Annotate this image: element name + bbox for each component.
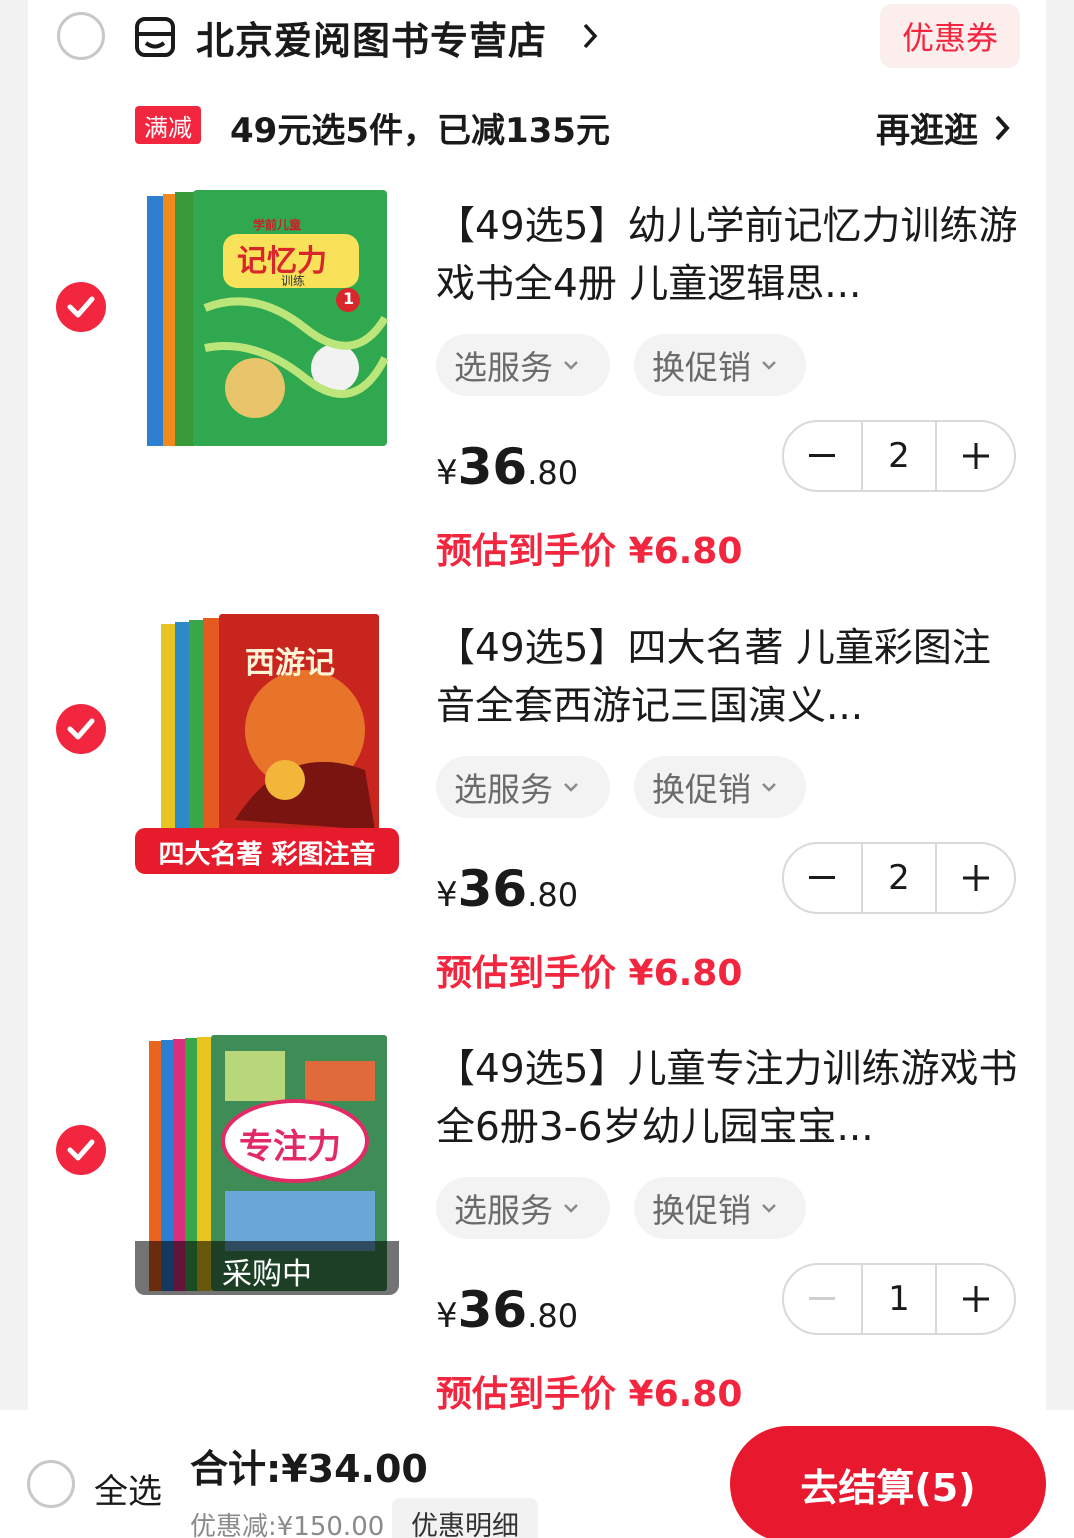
cart-item: 西游记 四大名著 彩图注音 【49选5】四大名著 儿童彩图注音全套西游记三国演义…	[0, 610, 1074, 1030]
select-service-button[interactable]: 选服务	[436, 756, 610, 818]
item-title[interactable]: 【49选5】儿童专注力训练游戏书全6册3-6岁幼儿园宝宝...	[436, 1041, 1026, 1157]
quantity-value[interactable]: 1	[860, 1265, 938, 1333]
minus-icon	[809, 454, 836, 457]
plus-icon	[962, 1286, 989, 1312]
decrease-button[interactable]	[784, 422, 861, 490]
store-select-radio[interactable]	[57, 12, 105, 60]
price-currency: ¥	[436, 875, 458, 915]
chevron-down-icon	[762, 361, 776, 370]
discount-detail-button[interactable]: 优惠明细	[392, 1498, 538, 1538]
change-promo-button[interactable]: 换促销	[634, 334, 806, 396]
chevron-down-icon	[762, 783, 776, 792]
chevron-right-icon	[995, 115, 1010, 141]
select-service-button[interactable]: 选服务	[436, 1177, 610, 1239]
change-promo-label: 换促销	[652, 770, 751, 809]
coupon-button[interactable]: 优惠券	[880, 4, 1020, 68]
change-promo-label: 换促销	[652, 1191, 751, 1230]
quantity-stepper: 2	[782, 842, 1016, 914]
discount-amount: 优惠减:¥150.00	[190, 1512, 385, 1538]
price-decimal: .80	[527, 454, 579, 492]
cover-subtitle-2: 训练	[281, 274, 306, 288]
change-promo-label: 换促销	[652, 348, 751, 387]
item-checked-icon[interactable]	[56, 1125, 106, 1175]
quantity-value[interactable]: 2	[860, 844, 938, 912]
price-integer: 36	[457, 1281, 528, 1339]
item-title[interactable]: 【49选5】幼儿学前记忆力训练游戏书全4册 儿童逻辑思...	[436, 198, 1026, 314]
minus-icon	[809, 876, 836, 879]
price-decimal: .80	[527, 1297, 579, 1335]
minus-icon	[809, 1297, 836, 1300]
price-integer: 36	[457, 438, 528, 496]
product-image[interactable]: 学前儿童 记忆力 训练 1	[135, 188, 399, 452]
estimated-price: 预估到手价 ¥6.80	[436, 531, 743, 572]
select-service-label: 选服务	[454, 770, 553, 809]
promo-text: 49元选5件，已减135元	[230, 111, 610, 151]
checkout-button[interactable]: 去结算(5)	[730, 1426, 1046, 1538]
select-all-radio[interactable]	[27, 1460, 75, 1508]
change-promo-button[interactable]: 换促销	[634, 1177, 806, 1239]
item-title[interactable]: 【49选5】四大名著 儿童彩图注音全套西游记三国演义...	[436, 620, 1026, 736]
purchasing-overlay: 采购中	[222, 1257, 312, 1292]
estimated-price: 预估到手价 ¥6.80	[436, 953, 743, 994]
chevron-down-icon	[564, 361, 578, 370]
quantity-stepper: 1	[782, 1263, 1016, 1335]
price-integer: 36	[457, 860, 528, 918]
increase-button[interactable]	[937, 1265, 1014, 1333]
item-checked-icon[interactable]	[56, 704, 106, 754]
cover-banner: 四大名著 彩图注音	[158, 840, 376, 870]
quantity-stepper: 2	[782, 420, 1016, 492]
price-currency: ¥	[436, 1296, 458, 1336]
change-promo-button[interactable]: 换促销	[634, 756, 806, 818]
store-icon	[135, 17, 175, 57]
store-name[interactable]: 北京爱阅图书专营店	[196, 10, 547, 65]
cart-item: 学前儿童 记忆力 训练 1 【49选5】幼儿学前记忆力训练游戏书全4册 儿童逻辑…	[0, 188, 1074, 608]
item-checked-icon[interactable]	[56, 282, 106, 332]
promo-tag: 满减	[135, 106, 201, 144]
item-price: ¥36.80	[436, 860, 578, 918]
select-service-label: 选服务	[454, 348, 553, 387]
increase-button[interactable]	[937, 422, 1014, 490]
chevron-down-icon	[762, 1204, 776, 1213]
cover-badge: 1	[343, 289, 355, 308]
cart-item: 专注力 采购中 【49选5】儿童专注力训练游戏书全6册3-6岁幼儿园宝宝... …	[0, 1031, 1074, 1451]
plus-icon	[962, 443, 989, 469]
product-image[interactable]: 专注力 采购中	[135, 1031, 399, 1295]
chevron-down-icon	[564, 1204, 578, 1213]
chevron-down-icon	[564, 783, 578, 792]
chevron-right-icon	[583, 23, 598, 49]
plus-icon	[962, 865, 989, 891]
item-price: ¥36.80	[436, 1281, 578, 1339]
increase-button[interactable]	[937, 844, 1014, 912]
decrease-button[interactable]	[784, 1265, 861, 1333]
cover-title: 专注力	[239, 1127, 341, 1167]
price-decimal: .80	[527, 876, 579, 914]
select-all-label[interactable]: 全选	[94, 1464, 162, 1513]
decrease-button[interactable]	[784, 844, 861, 912]
price-currency: ¥	[436, 453, 458, 493]
total-amount: 合计:¥34.00	[190, 1447, 428, 1491]
select-service-label: 选服务	[454, 1191, 553, 1230]
cover-title: 西游记	[245, 646, 335, 681]
select-service-button[interactable]: 选服务	[436, 334, 610, 396]
product-image[interactable]: 西游记 四大名著 彩图注音	[135, 610, 399, 874]
item-price: ¥36.80	[436, 438, 578, 496]
cover-subtitle: 学前儿童	[253, 218, 302, 232]
quantity-value[interactable]: 2	[860, 422, 938, 490]
browse-more-link[interactable]: 再逛逛	[876, 103, 978, 152]
checkout-bar: 全选 合计:¥34.00 优惠减:¥150.00 优惠明细 去结算(5)	[0, 1410, 1074, 1538]
